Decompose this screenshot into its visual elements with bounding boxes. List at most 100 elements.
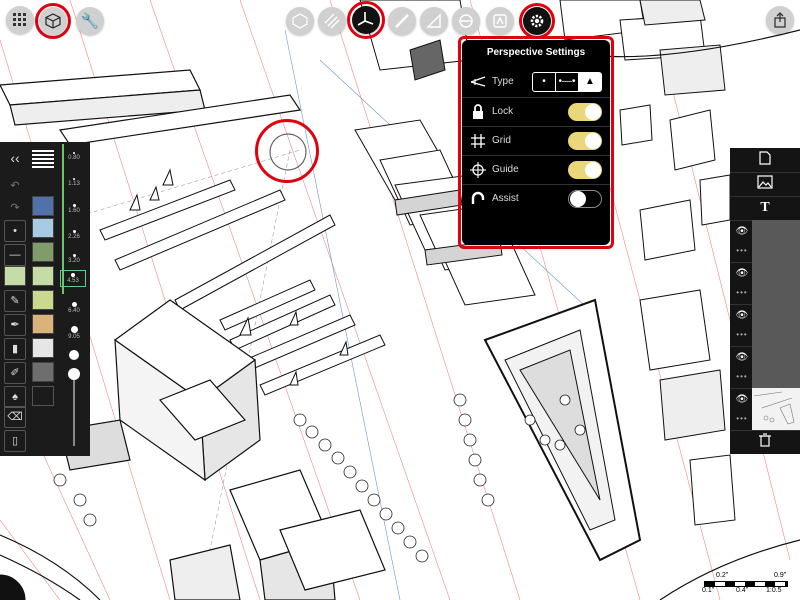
ellipse-tool-button[interactable] xyxy=(452,7,480,35)
color-swatch-3[interactable] xyxy=(32,242,54,262)
assist-toggle-knob xyxy=(570,191,586,207)
brush-size-8[interactable]: 9.05 xyxy=(62,326,86,340)
color-swatch-1[interactable] xyxy=(32,196,54,216)
airbrush-icon: ♠ xyxy=(12,391,18,403)
eraser-tool[interactable]: ⌫ xyxy=(4,406,26,428)
row-assist: Assist xyxy=(462,184,610,213)
brush-size-9[interactable] xyxy=(69,350,79,360)
pen-tool[interactable]: ✒ xyxy=(4,314,26,336)
add-text-button[interactable]: T xyxy=(730,196,800,221)
more-icon[interactable]: ••• xyxy=(732,372,752,381)
undo-icon: ↶ xyxy=(10,180,20,192)
cube-button[interactable] xyxy=(39,7,67,35)
blender-icon: ▯ xyxy=(11,435,19,447)
line-brush-tool[interactable]: — xyxy=(4,244,26,266)
row-guide: Guide xyxy=(462,155,610,184)
perspective-tool-button[interactable] xyxy=(352,6,380,34)
redo-button[interactable]: ↷ xyxy=(4,198,26,220)
layers-panel: T 👁 ••• 👁 ••• 👁 ••• 👁 ••• 👁 ••• xyxy=(730,148,800,454)
layer-3[interactable]: 👁 ••• xyxy=(730,304,800,347)
row-lock: Lock xyxy=(462,97,610,126)
eye-icon[interactable]: 👁 xyxy=(732,394,752,405)
brush-size-3[interactable]: 1.60 xyxy=(62,204,86,214)
eye-icon[interactable]: 👁 xyxy=(732,310,752,321)
set-square-tool-button[interactable] xyxy=(420,7,448,35)
wrench-button[interactable]: 🔧 xyxy=(76,7,104,35)
add-image-button[interactable] xyxy=(730,172,800,197)
layer-1[interactable]: 👁 ••• xyxy=(730,220,800,263)
ruler-tool-button[interactable] xyxy=(388,7,416,35)
type-option-1pt[interactable]: • xyxy=(533,73,556,91)
more-icon[interactable]: ••• xyxy=(732,246,752,255)
brush-icon: ✐ xyxy=(10,367,20,379)
drawing-canvas[interactable] xyxy=(0,0,800,600)
stencil-tool-button[interactable] xyxy=(486,7,514,35)
gear-icon xyxy=(530,14,544,28)
lock-toggle[interactable] xyxy=(568,103,602,121)
brush-size-5[interactable]: 3.20 xyxy=(62,254,86,264)
brush-size-4[interactable]: 2.26 xyxy=(62,230,86,240)
brush-size-6-selected[interactable]: 4.53 xyxy=(60,270,86,287)
color-stack-icon[interactable] xyxy=(32,150,54,168)
dot-icon: • xyxy=(13,225,17,237)
layer-2[interactable]: 👁 ••• xyxy=(730,262,800,305)
opacity-slider-thumb[interactable] xyxy=(68,368,80,380)
layer-thumbnail xyxy=(752,304,800,346)
color-swatch-9[interactable] xyxy=(32,386,54,406)
layer-4[interactable]: 👁 ••• xyxy=(730,346,800,389)
type-option-2pt[interactable]: •—• xyxy=(556,73,579,91)
hatch-tool-button[interactable] xyxy=(318,7,346,35)
more-icon[interactable]: ••• xyxy=(732,288,752,297)
assist-toggle[interactable] xyxy=(568,190,602,208)
more-icon[interactable]: ••• xyxy=(732,330,752,339)
eye-icon[interactable]: 👁 xyxy=(732,352,752,363)
color-swatch-5[interactable] xyxy=(32,290,54,310)
sphere-tool-button[interactable] xyxy=(286,7,314,35)
airbrush-tool[interactable]: ♠ xyxy=(4,386,26,408)
lock-label: Lock xyxy=(492,106,514,117)
share-button[interactable] xyxy=(766,6,794,34)
assist-label: Assist xyxy=(492,193,519,204)
grid-toggle[interactable] xyxy=(568,132,602,150)
hatch-icon xyxy=(324,13,340,29)
brush-size-1[interactable]: 0.80 xyxy=(62,152,86,161)
color-swatch-left-1[interactable] xyxy=(4,266,26,286)
guide-toggle[interactable] xyxy=(568,161,602,179)
more-icon[interactable]: ••• xyxy=(732,414,752,423)
grid-menu-button[interactable] xyxy=(6,6,34,34)
highlight-ring-guide-center xyxy=(255,119,319,183)
color-swatch-2[interactable] xyxy=(32,218,54,238)
row-grid: Grid xyxy=(462,126,610,155)
color-swatch-7[interactable] xyxy=(32,338,54,358)
eye-icon[interactable]: 👁 xyxy=(732,268,752,279)
opacity-slider-track[interactable] xyxy=(73,374,75,446)
collapse-palette-button[interactable]: ‹‹ xyxy=(4,148,26,170)
brush-size-2[interactable]: 1.13 xyxy=(62,178,86,187)
undo-button[interactable]: ↶ xyxy=(4,176,26,198)
marker-tool[interactable]: ▮ xyxy=(4,338,26,360)
popup-title: Perspective Settings xyxy=(486,47,586,58)
add-layer-button[interactable] xyxy=(730,148,800,173)
settings-button[interactable] xyxy=(523,7,551,35)
layer-5[interactable]: 👁 ••• xyxy=(730,388,800,431)
color-swatch-8[interactable] xyxy=(32,362,54,382)
brush-tool[interactable]: ✐ xyxy=(4,362,26,384)
delete-layer-button[interactable] xyxy=(730,430,800,454)
grid-icon xyxy=(13,13,26,26)
scale-label-top-2: 0.9" xyxy=(774,572,787,579)
blender-tool[interactable]: ▯ xyxy=(4,430,26,452)
layer-thumbnail xyxy=(752,220,800,262)
color-swatch-6[interactable] xyxy=(32,314,54,334)
dot-brush-tool[interactable]: • xyxy=(4,220,26,242)
color-swatch-4[interactable] xyxy=(32,266,54,286)
pencil-tool[interactable]: ✎ xyxy=(4,290,26,312)
eye-icon[interactable]: 👁 xyxy=(732,226,752,237)
marker-icon: ▮ xyxy=(11,343,19,355)
type-option-3pt[interactable]: ▲ xyxy=(579,73,601,91)
trash-icon xyxy=(759,433,771,447)
set-square-icon xyxy=(426,13,441,28)
brush-size-7[interactable]: 6.40 xyxy=(62,302,86,314)
redo-icon: ↷ xyxy=(10,202,20,214)
layer-thumbnail xyxy=(752,262,800,304)
share-icon xyxy=(774,12,786,28)
